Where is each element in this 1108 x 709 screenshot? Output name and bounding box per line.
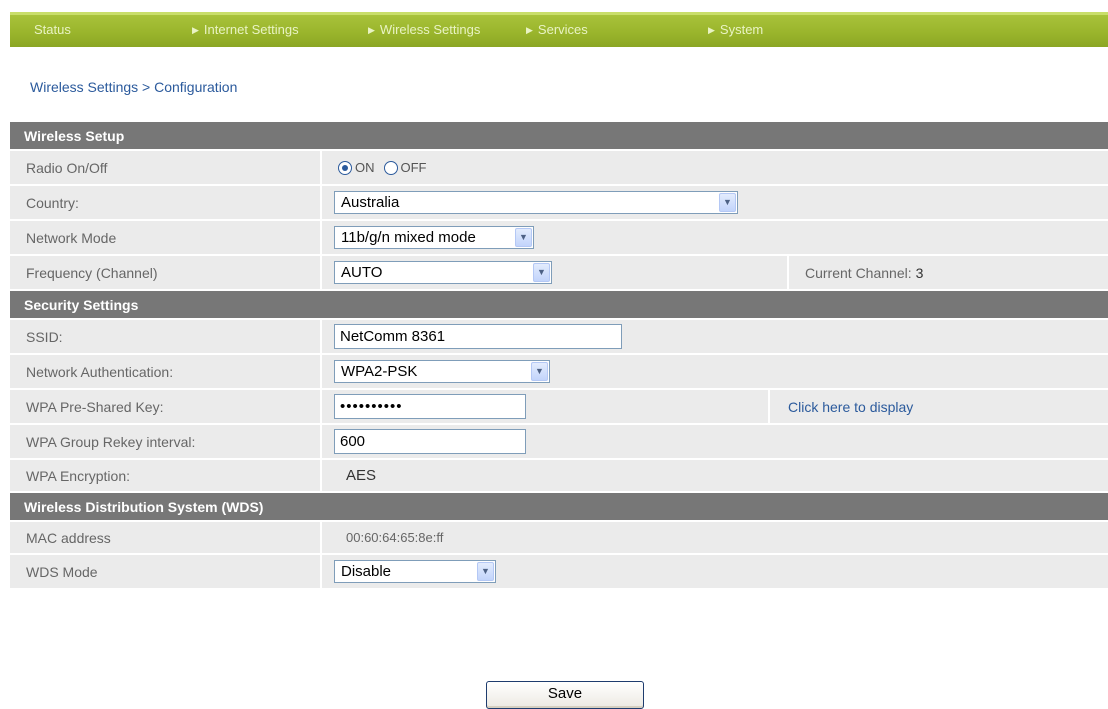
section-header-wireless-setup: Wireless Setup xyxy=(10,122,1108,151)
top-nav-bar: Status ▶ Internet Settings ▶ Wireless Sett… xyxy=(10,12,1108,47)
triangle-right-icon: ▶ xyxy=(192,25,199,35)
field-label: MAC address xyxy=(10,522,322,553)
section-header-wds: Wireless Distribution System (WDS) xyxy=(10,493,1108,522)
nav-item-label: Status xyxy=(34,22,71,37)
ssid-input[interactable]: NetComm 8361 xyxy=(334,324,622,349)
display-key-link[interactable]: Click here to display xyxy=(788,399,913,415)
network-mode-select[interactable]: 11b/g/n mixed mode ▼ xyxy=(334,226,534,249)
row-radio: Radio On/Off ON OFF xyxy=(10,151,1108,186)
row-mac-address: MAC address 00:60:64:65:8e:ff xyxy=(10,522,1108,555)
nav-item-label: System xyxy=(719,22,764,37)
frequency-select-value: AUTO xyxy=(341,264,383,281)
rekey-interval-input[interactable]: 600 xyxy=(334,429,526,454)
row-pre-shared-key: WPA Pre-Shared Key: •••••••••• Click her… xyxy=(10,390,1108,425)
breadcrumb: Wireless Settings > Configuration xyxy=(30,79,238,95)
nav-item-services[interactable]: ▶ Services xyxy=(526,15,588,47)
field-label: WPA Pre-Shared Key: xyxy=(10,390,322,423)
row-rekey-interval: WPA Group Rekey interval: 600 xyxy=(10,425,1108,460)
save-button[interactable]: Save xyxy=(486,681,644,709)
triangle-right-icon: ▶ xyxy=(708,25,715,35)
field-label: WPA Group Rekey interval: xyxy=(10,425,322,458)
radio-group: ON OFF xyxy=(338,151,436,184)
wds-mode-select[interactable]: Disable ▼ xyxy=(334,560,496,583)
settings-table: Wireless Setup Radio On/Off ON OFF Count… xyxy=(10,122,1108,590)
country-select[interactable]: Australia ▼ xyxy=(334,191,738,214)
row-network-mode: Network Mode 11b/g/n mixed mode ▼ xyxy=(10,221,1108,256)
row-ssid: SSID: NetComm 8361 xyxy=(10,320,1108,355)
row-country: Country: Australia ▼ xyxy=(10,186,1108,221)
section-header-security-settings: Security Settings xyxy=(10,291,1108,320)
field-label: WPA Encryption: xyxy=(10,460,322,491)
nav-item-label: Services xyxy=(537,22,588,37)
current-channel-value: 3 xyxy=(915,264,924,281)
chevron-down-icon[interactable]: ▼ xyxy=(531,362,548,381)
field-label: WDS Mode xyxy=(10,555,322,588)
field-label: Radio On/Off xyxy=(10,151,322,184)
field-label: SSID: xyxy=(10,320,322,353)
chevron-down-icon[interactable]: ▼ xyxy=(719,193,736,212)
radio-on-button[interactable] xyxy=(338,160,352,175)
triangle-right-icon: ▶ xyxy=(368,25,375,35)
nav-item-internet-settings[interactable]: ▶ Internet Settings xyxy=(192,15,299,47)
field-label: Network Mode xyxy=(10,221,322,254)
display-key-cell: Click here to display xyxy=(768,390,1108,423)
mac-address-value: 00:60:64:65:8e:ff xyxy=(346,530,444,545)
chevron-down-icon[interactable]: ▼ xyxy=(515,228,532,247)
network-mode-select-value: 11b/g/n mixed mode xyxy=(341,229,476,246)
authentication-select[interactable]: WPA2-PSK ▼ xyxy=(334,360,550,383)
current-channel: Current Channel: 3 xyxy=(787,256,1108,289)
wds-mode-select-value: Disable xyxy=(341,563,392,580)
radio-off-label: OFF xyxy=(400,160,427,175)
nav-item-system[interactable]: ▶ System xyxy=(708,15,763,47)
field-label: Country: xyxy=(10,186,322,219)
nav-item-label: Wireless Settings xyxy=(379,22,481,37)
row-wds-mode: WDS Mode Disable ▼ xyxy=(10,555,1108,590)
chevron-down-icon[interactable]: ▼ xyxy=(477,562,494,581)
nav-item-status[interactable]: Status xyxy=(34,15,71,47)
authentication-select-value: WPA2-PSK xyxy=(341,363,418,380)
field-label: Frequency (Channel) xyxy=(10,256,322,289)
field-label: Network Authentication: xyxy=(10,355,322,388)
row-network-authentication: Network Authentication: WPA2-PSK ▼ xyxy=(10,355,1108,390)
nav-item-label: Internet Settings xyxy=(203,22,299,37)
row-encryption: WPA Encryption: AES xyxy=(10,460,1108,493)
radio-on-label: ON xyxy=(355,160,375,175)
row-frequency: Frequency (Channel) AUTO ▼ Current Chann… xyxy=(10,256,1108,291)
nav-item-wireless-settings[interactable]: ▶ Wireless Settings xyxy=(368,15,480,47)
country-select-value: Australia xyxy=(341,194,400,211)
current-channel-label: Current Channel: xyxy=(805,264,912,281)
radio-off-button[interactable] xyxy=(383,160,398,175)
frequency-select[interactable]: AUTO ▼ xyxy=(334,261,552,284)
triangle-right-icon: ▶ xyxy=(526,25,533,35)
pre-shared-key-input[interactable]: •••••••••• xyxy=(334,394,526,419)
chevron-down-icon[interactable]: ▼ xyxy=(533,263,550,282)
encryption-value: AES xyxy=(346,467,377,484)
